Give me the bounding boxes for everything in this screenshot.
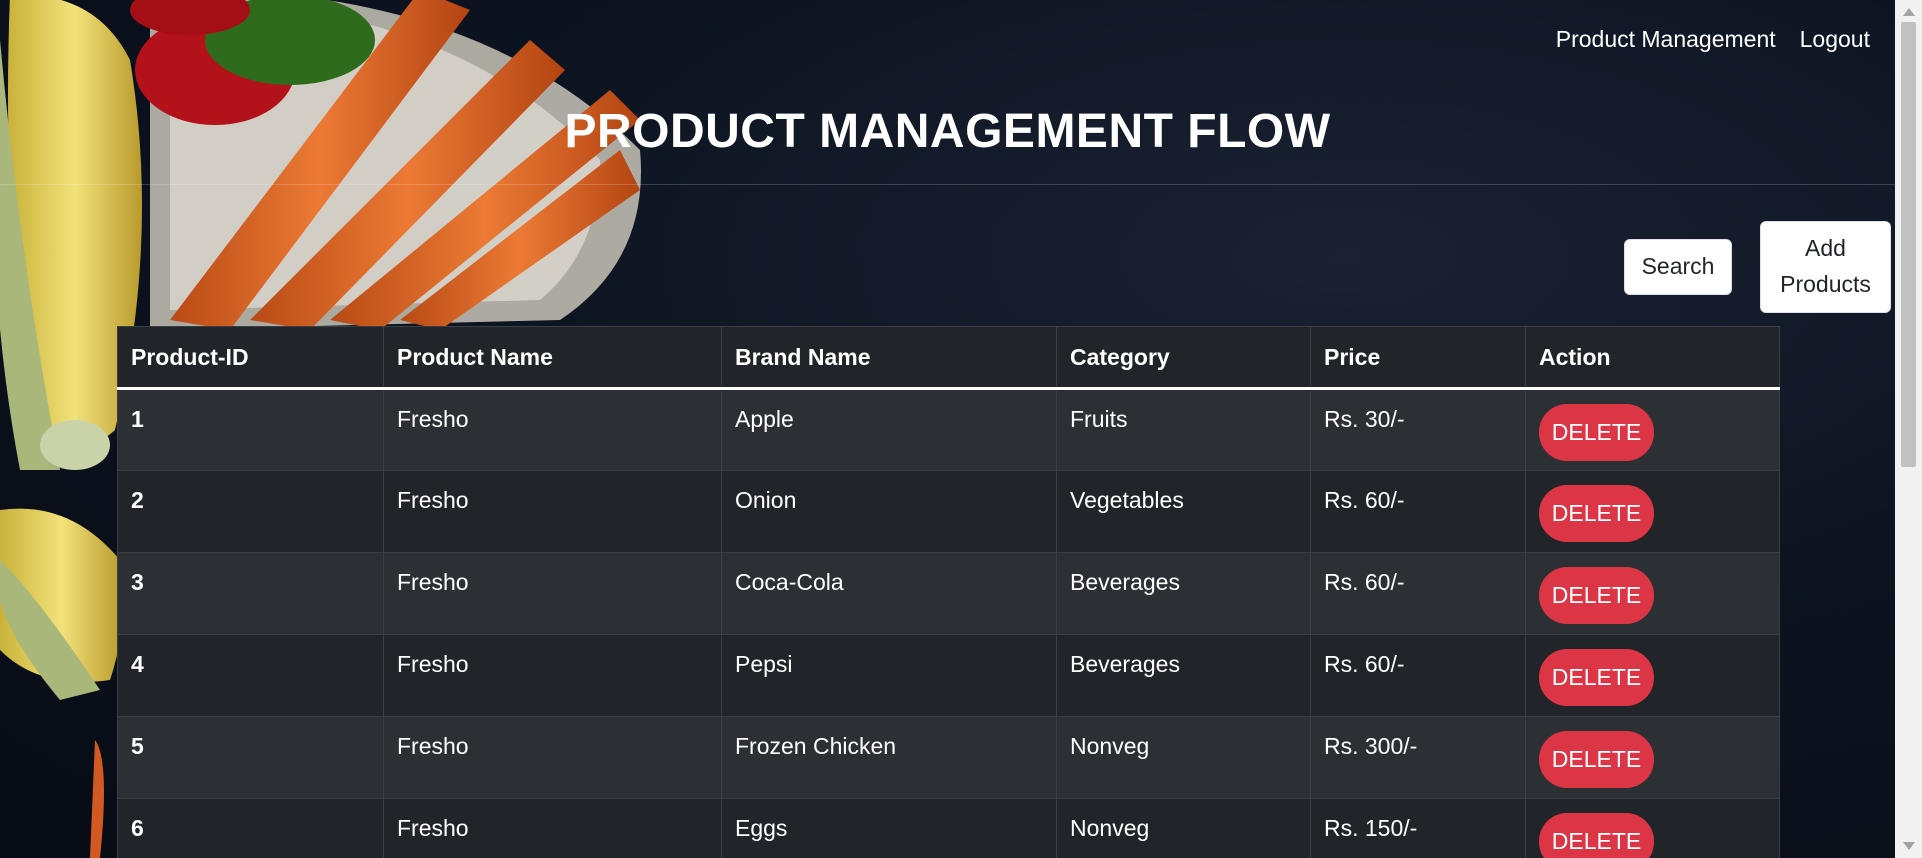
cell-category: Nonveg	[1056, 798, 1311, 858]
cell-product-id: 4	[117, 634, 384, 717]
products-table: Product-ID Product Name Brand Name Categ…	[117, 326, 1780, 858]
cell-action: DELETE	[1525, 634, 1780, 717]
page-scrollbar[interactable]	[1895, 0, 1922, 858]
cell-category: Beverages	[1056, 634, 1311, 717]
cell-action: DELETE	[1525, 388, 1780, 471]
cell-product-name: Fresho	[383, 798, 722, 858]
cell-price: Rs. 60/-	[1310, 470, 1526, 553]
scrollbar-thumb[interactable]	[1901, 22, 1916, 467]
page-title: PRODUCT MANAGEMENT FLOW	[564, 105, 1331, 158]
nav-product-management-link[interactable]: Product Management	[1556, 26, 1776, 53]
cell-category: Fruits	[1056, 388, 1311, 471]
cell-product-id: 2	[117, 470, 384, 553]
cell-action: DELETE	[1525, 716, 1780, 799]
cell-price: Rs. 60/-	[1310, 552, 1526, 635]
column-header-price: Price	[1310, 326, 1526, 390]
table-row: 5 Fresho Frozen Chicken Nonveg Rs. 300/-…	[117, 716, 1780, 799]
column-header-category: Category	[1056, 326, 1311, 390]
cell-product-name: Fresho	[383, 552, 722, 635]
nav-logout-link[interactable]: Logout	[1800, 26, 1870, 53]
table-row: 4 Fresho Pepsi Beverages Rs. 60/- DELETE	[117, 634, 1780, 717]
table-header-row: Product-ID Product Name Brand Name Categ…	[117, 326, 1780, 390]
table-row: 3 Fresho Coca-Cola Beverages Rs. 60/- DE…	[117, 552, 1780, 635]
delete-button[interactable]: DELETE	[1539, 404, 1654, 461]
cell-product-name: Fresho	[383, 634, 722, 717]
cell-category: Beverages	[1056, 552, 1311, 635]
delete-button[interactable]: DELETE	[1539, 649, 1654, 706]
delete-button[interactable]: DELETE	[1539, 485, 1654, 542]
scroll-down-arrow-icon[interactable]	[1903, 842, 1915, 850]
delete-button[interactable]: DELETE	[1539, 567, 1654, 624]
cell-action: DELETE	[1525, 798, 1780, 858]
add-products-button[interactable]: Add Products	[1760, 221, 1891, 313]
cell-action: DELETE	[1525, 552, 1780, 635]
products-table-container: Product-ID Product Name Brand Name Categ…	[117, 326, 1780, 858]
cell-price: Rs. 150/-	[1310, 798, 1526, 858]
delete-button[interactable]: DELETE	[1539, 731, 1654, 788]
scroll-up-arrow-icon[interactable]	[1903, 8, 1915, 16]
cell-brand-name: Pepsi	[721, 634, 1057, 717]
cell-brand-name: Coca-Cola	[721, 552, 1057, 635]
column-header-product-id: Product-ID	[117, 326, 384, 390]
table-row: 6 Fresho Eggs Nonveg Rs. 150/- DELETE	[117, 798, 1780, 858]
delete-button[interactable]: DELETE	[1539, 813, 1654, 858]
cell-brand-name: Onion	[721, 470, 1057, 553]
cell-action: DELETE	[1525, 470, 1780, 553]
cell-price: Rs. 300/-	[1310, 716, 1526, 799]
table-row: 1 Fresho Apple Fruits Rs. 30/- DELETE	[117, 388, 1780, 471]
cell-product-id: 1	[117, 388, 384, 471]
cell-brand-name: Apple	[721, 388, 1057, 471]
column-header-brand-name: Brand Name	[721, 326, 1057, 390]
top-nav: Product Management Logout	[1556, 26, 1870, 53]
cell-product-id: 5	[117, 716, 384, 799]
column-header-action: Action	[1525, 326, 1780, 390]
cell-price: Rs. 60/-	[1310, 634, 1526, 717]
table-row: 2 Fresho Onion Vegetables Rs. 60/- DELET…	[117, 470, 1780, 553]
cell-category: Vegetables	[1056, 470, 1311, 553]
cell-product-id: 3	[117, 552, 384, 635]
cell-category: Nonveg	[1056, 716, 1311, 799]
cell-brand-name: Eggs	[721, 798, 1057, 858]
cell-brand-name: Frozen Chicken	[721, 716, 1057, 799]
cell-product-id: 6	[117, 798, 384, 858]
search-button[interactable]: Search	[1624, 239, 1732, 295]
cell-product-name: Fresho	[383, 470, 722, 553]
cell-product-name: Fresho	[383, 716, 722, 799]
cell-price: Rs. 30/-	[1310, 388, 1526, 471]
cell-product-name: Fresho	[383, 388, 722, 471]
header-divider	[0, 184, 1895, 185]
column-header-product-name: Product Name	[383, 326, 722, 390]
